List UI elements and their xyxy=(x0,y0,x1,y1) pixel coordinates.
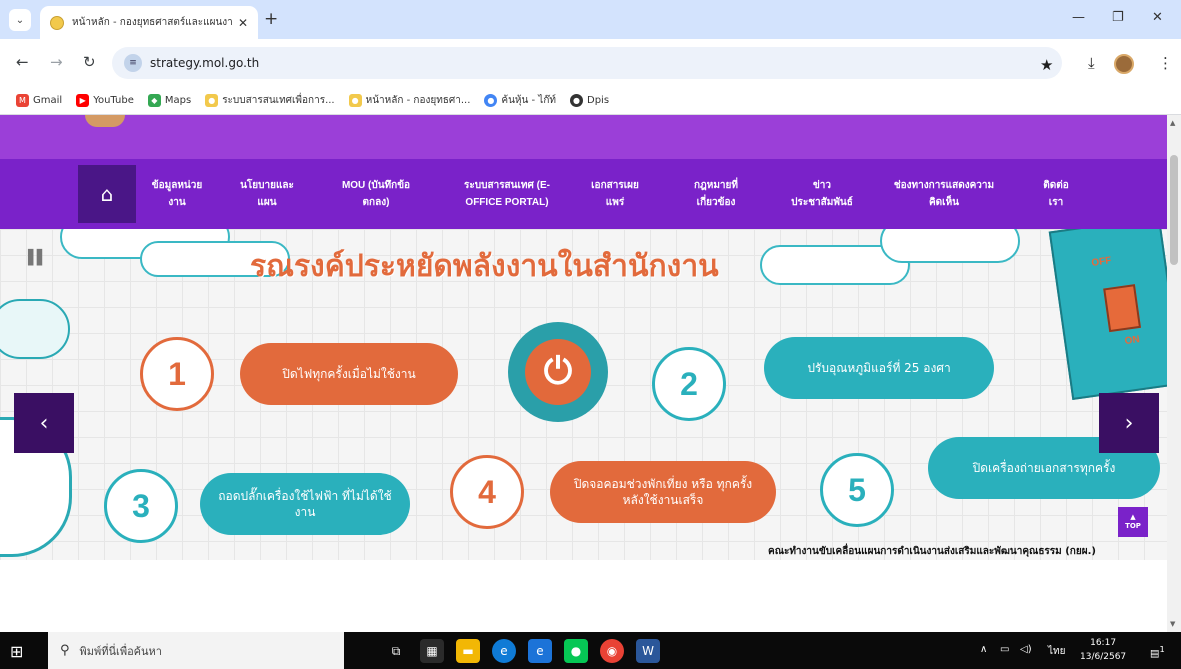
hero-carousel: OFF ON ▌▌ รณรงค์ประหยัดพลังงานในสำนักงาน… xyxy=(0,229,1167,560)
cloud-decoration xyxy=(880,229,1020,263)
step-text-1: ปิดไฟทุกครั้งเมื่อไม่ใช้งาน xyxy=(240,343,458,405)
carousel-prev-button[interactable]: ‹ xyxy=(14,393,74,453)
browser-tab-bar: ⌄ หน้าหลัก - กองยุทธศาสตร์และแผนงาน ✕ + … xyxy=(0,0,1181,39)
step-number-3: 3 xyxy=(104,469,178,543)
site-favicon-icon xyxy=(50,15,64,30)
nav-item-contact[interactable]: ติดต่อ เรา xyxy=(1034,177,1078,211)
home-icon[interactable]: ⌂ xyxy=(78,165,136,223)
step-number-5: 5 xyxy=(820,453,894,527)
step-number-1: 1 xyxy=(140,337,214,411)
restore-icon[interactable]: ❐ xyxy=(1112,10,1124,25)
forward-icon[interactable]: → xyxy=(50,53,63,71)
step-text-2: ปรับอุณหภูมิแอร์ที่ 25 องศา xyxy=(764,337,994,399)
globe-icon: ● xyxy=(570,94,583,107)
site-favicon-icon: ● xyxy=(205,94,219,107)
search-placeholder: พิมพ์ที่นี่เพื่อค้นหา xyxy=(79,644,162,658)
windows-start-icon[interactable]: ⊞ xyxy=(10,642,23,661)
nav-item-feedback[interactable]: ช่องทางการแสดงความ คิดเห็น xyxy=(882,177,1006,211)
bookmark-dpis[interactable]: ● Dpis xyxy=(570,94,609,107)
line-icon[interactable]: ● xyxy=(564,639,588,663)
carousel-next-button[interactable]: › xyxy=(1099,393,1159,453)
banner-caption: คณะทำงานขับเคลื่อนแผนการดำเนินงานส่งเสริ… xyxy=(768,546,1096,557)
search-icon: ⚲ xyxy=(60,643,70,658)
banner-headline: รณรงค์ประหยัดพลังงานในสำนักงาน xyxy=(250,249,719,284)
bookmark-youtube[interactable]: ▶ YouTube xyxy=(76,94,134,107)
download-icon[interactable]: ⤓ xyxy=(1088,54,1095,72)
page-viewport: ⌂ ข้อมูลหน่วย งาน นโยบายและ แผน MOU (บันทึ… xyxy=(0,115,1167,632)
url-text: strategy.mol.go.th xyxy=(150,56,260,70)
scroll-up-icon[interactable]: ▲ xyxy=(1170,119,1175,127)
scroll-down-icon[interactable]: ▼ xyxy=(1170,620,1175,628)
back-icon[interactable]: ← xyxy=(16,53,29,71)
browser-tab[interactable]: หน้าหลัก - กองยุทธศาสตร์และแผนงาน ✕ xyxy=(40,6,258,39)
browser-menu-icon[interactable]: ⋮ xyxy=(1158,54,1173,72)
edge-icon[interactable]: e xyxy=(492,639,516,663)
task-view-icon[interactable]: ⧉ xyxy=(384,639,408,663)
chrome-icon[interactable]: ◉ xyxy=(600,639,624,663)
new-tab-button[interactable]: + xyxy=(264,11,278,28)
bookmarks-bar: M Gmail ▶ YouTube ◆ Maps ● ระบบสารสนเทศเพื่อ… xyxy=(0,87,1181,115)
tab-close-icon[interactable]: ✕ xyxy=(238,16,248,30)
bookmark-info-system[interactable]: ● ระบบสารสนเทศเพื่อการ... xyxy=(205,93,335,108)
step-text-3: ถอดปลั๊กเครื่องใช้ไฟฟ้า ที่ไม่ได้ใช้งาน xyxy=(200,473,410,535)
minimize-icon[interactable]: — xyxy=(1072,10,1085,25)
maps-icon: ◆ xyxy=(147,94,161,107)
system-clock[interactable]: 16:17 13/6/2567 xyxy=(1080,636,1126,664)
site-info-icon[interactable]: ≡ xyxy=(124,54,142,72)
bookmark-home-strategy[interactable]: ● หน้าหลัก - กองยุทธศา... xyxy=(348,93,470,108)
chevron-up-icon: ▲ xyxy=(1130,513,1136,521)
step-text-4: ปิดจอคอมช่วงพักเที่ยง หรือ ทุกครั้งหลังใ… xyxy=(550,461,776,523)
tab-search-menu-icon[interactable]: ⌄ xyxy=(9,9,31,31)
nav-item-mou[interactable]: MOU (บันทึกข้อ ตกลง) xyxy=(330,177,422,211)
tab-title: หน้าหลัก - กองยุทธศาสตร์และแผนงาน xyxy=(72,17,232,28)
page-scrollbar[interactable]: ▲ ▼ xyxy=(1167,115,1181,632)
nav-item-documents[interactable]: เอกสารเผย แพร่ xyxy=(584,177,646,211)
word-icon[interactable]: W xyxy=(636,639,660,663)
address-bar-row: ← → ↻ ≡ strategy.mol.go.th xyxy=(0,39,1181,87)
site-header xyxy=(0,115,1167,159)
store-icon[interactable]: ▦ xyxy=(420,639,444,663)
ie-icon[interactable]: e xyxy=(528,639,552,663)
nav-item-news[interactable]: ข่าว ประชาสัมพันธ์ xyxy=(780,177,864,211)
step-number-4: 4 xyxy=(450,455,524,529)
nav-item-laws[interactable]: กฎหมายที่ เกี่ยวข้อง xyxy=(680,177,752,211)
tray-expand-icon[interactable]: ∧ xyxy=(980,644,987,655)
taskbar-search[interactable]: ⚲ พิมพ์ที่นี่เพื่อค้นหา xyxy=(48,632,344,669)
site-favicon-icon: ● xyxy=(348,94,362,107)
bookmark-star-icon[interactable]: ★ xyxy=(1040,56,1053,74)
main-nav: ⌂ ข้อมูลหน่วย งาน นโยบายและ แผน MOU (บันทึ… xyxy=(0,159,1167,229)
notification-icon[interactable]: ▤1 xyxy=(1150,644,1165,659)
close-window-icon[interactable]: ✕ xyxy=(1152,10,1163,25)
globe-icon: ● xyxy=(484,94,498,107)
nav-item-unit-info[interactable]: ข้อมูลหน่วย งาน xyxy=(146,177,208,211)
language-indicator[interactable]: ไทย xyxy=(1048,644,1065,659)
windows-taskbar: ⊞ ⚲ พิมพ์ที่นี่เพื่อค้นหา ⧉ ▦ ▬ e e ● ◉ … xyxy=(0,632,1181,669)
volume-icon[interactable]: ◁) xyxy=(1020,644,1032,655)
step-number-2: 2 xyxy=(652,347,726,421)
pause-icon[interactable]: ▌▌ xyxy=(28,250,47,266)
cloud-decoration xyxy=(0,299,70,359)
bookmark-maps[interactable]: ◆ Maps xyxy=(147,94,191,107)
network-icon[interactable]: ▭ xyxy=(1000,644,1009,655)
bookmark-gmail[interactable]: M Gmail xyxy=(16,94,62,107)
nav-item-e-office[interactable]: ระบบสารสนเทศ (E- OFFICE PORTAL) xyxy=(448,177,566,211)
power-icon: ⏻ xyxy=(508,322,608,422)
gmail-icon: M xyxy=(16,94,29,107)
bookmark-stock[interactable]: ● ค้นหุ้น - ไก๊ท์ xyxy=(484,93,556,108)
scrollbar-thumb[interactable] xyxy=(1170,155,1178,265)
youtube-icon: ▶ xyxy=(76,94,90,107)
file-explorer-icon[interactable]: ▬ xyxy=(456,639,480,663)
site-logo xyxy=(85,115,125,127)
url-bar[interactable]: ≡ strategy.mol.go.th xyxy=(112,47,1062,79)
scroll-to-top-button[interactable]: ▲ TOP xyxy=(1118,507,1148,537)
nav-item-policy[interactable]: นโยบายและ แผน xyxy=(236,177,298,211)
profile-avatar[interactable] xyxy=(1114,54,1134,74)
reload-icon[interactable]: ↻ xyxy=(83,53,96,71)
